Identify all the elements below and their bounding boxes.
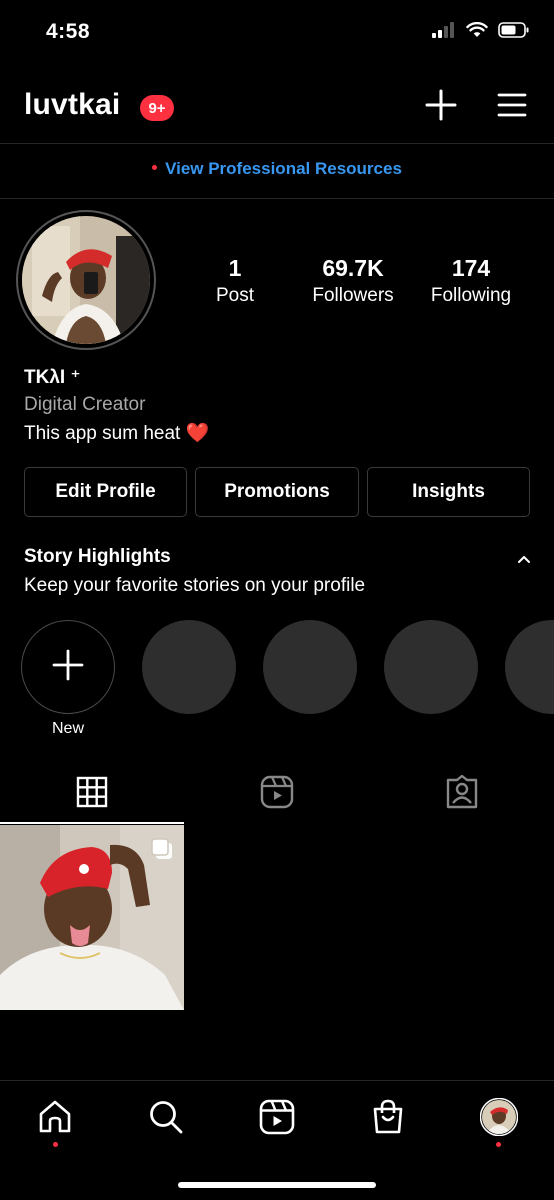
stat-value: 1: [228, 255, 242, 281]
nav-search[interactable]: [136, 1094, 196, 1144]
battery-icon: [498, 22, 530, 43]
plus-icon: [52, 649, 84, 686]
stat-label: Followers: [312, 285, 394, 306]
professional-resources-label: View Professional Resources: [165, 159, 402, 178]
highlight-placeholder: [263, 620, 357, 714]
reels-icon: [259, 1099, 295, 1140]
multiple-images-icon: [150, 837, 174, 866]
highlights-title: Story Highlights: [24, 546, 171, 567]
status-icons: [432, 21, 530, 43]
unread-dot: [152, 165, 158, 171]
stat-followers[interactable]: 69.7K Followers: [298, 254, 408, 310]
tab-tagged[interactable]: [370, 772, 554, 816]
post-thumbnail[interactable]: [0, 825, 184, 1010]
professional-resources-link[interactable]: View Professional Resources: [0, 159, 554, 179]
stat-label: Post: [215, 285, 255, 306]
plus-icon: [425, 89, 457, 126]
shop-icon: [371, 1099, 405, 1140]
profile-avatar-icon: [479, 1097, 519, 1141]
tab-reels[interactable]: [185, 772, 369, 816]
highlights-subtitle: Keep your favorite stories on your profi…: [24, 575, 366, 596]
divider: [0, 143, 554, 144]
nav-profile[interactable]: [469, 1094, 529, 1144]
status-time: 4:58: [46, 20, 91, 43]
profile-category: Digital Creator: [24, 394, 146, 415]
stat-following[interactable]: 174 Following: [416, 254, 526, 310]
create-button[interactable]: [421, 86, 461, 128]
promotions-button[interactable]: Promotions: [195, 467, 359, 517]
divider: [0, 198, 554, 199]
bio-text: This app sum heat ❤️: [24, 423, 210, 444]
notification-badge[interactable]: 9+: [140, 95, 174, 121]
nav-home[interactable]: [25, 1094, 85, 1144]
edit-profile-button[interactable]: Edit Profile: [24, 467, 187, 517]
active-tab-indicator: [0, 822, 184, 824]
nav-reels[interactable]: [247, 1094, 307, 1144]
menu-button[interactable]: [492, 86, 532, 128]
display-name: ΤΚλΙ ⁺: [24, 367, 81, 388]
tagged-icon: [445, 774, 479, 814]
home-notification-dot: [53, 1142, 58, 1147]
highlight-placeholder: [505, 620, 554, 714]
profile-notification-dot: [496, 1142, 501, 1147]
insights-button[interactable]: Insights: [367, 467, 530, 517]
nav-shop[interactable]: [358, 1094, 418, 1144]
wifi-icon: [466, 21, 488, 43]
signal-icon: [432, 22, 456, 43]
chevron-up-icon[interactable]: [516, 552, 532, 566]
new-highlight-button[interactable]: [21, 620, 115, 714]
hamburger-menu-icon: [497, 92, 527, 123]
highlight-placeholder: [142, 620, 236, 714]
grid-icon: [76, 776, 108, 813]
stat-value: 174: [451, 255, 491, 281]
home-indicator: [178, 1182, 376, 1188]
profile-avatar[interactable]: [16, 210, 156, 350]
avatar-photo: [22, 216, 150, 344]
search-icon: [148, 1099, 184, 1140]
stat-value: 69.7K: [322, 255, 384, 281]
reels-icon: [260, 775, 294, 814]
home-icon: [37, 1099, 73, 1140]
stat-posts[interactable]: 1 Post: [180, 254, 290, 310]
new-highlight-label: New: [51, 720, 84, 737]
tab-posts-grid[interactable]: [0, 772, 184, 816]
stat-label: Following: [430, 285, 512, 306]
profile-username[interactable]: luvtkai: [24, 88, 120, 122]
highlight-placeholder: [384, 620, 478, 714]
